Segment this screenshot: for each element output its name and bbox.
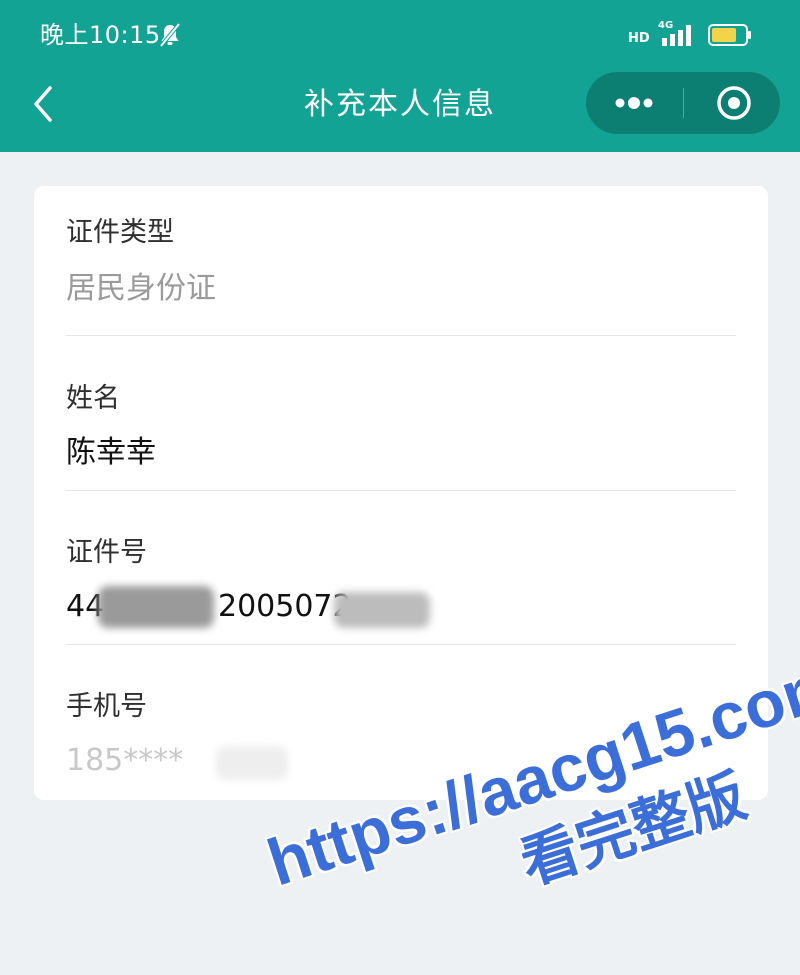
name-field[interactable]: 姓名 陈幸幸	[66, 380, 736, 492]
info-card: 证件类型 居民身份证 姓名 陈幸幸 证件号 44 2005072 手机号 185…	[34, 186, 768, 800]
phone-value: 185****	[66, 743, 184, 778]
redacted-block	[334, 592, 430, 628]
id-type-label: 证件类型	[66, 217, 174, 248]
status-bar: 晚上10:15 HD 4G	[0, 0, 800, 70]
battery-icon	[708, 24, 752, 46]
hd-4g-icon: HD 4G	[628, 20, 673, 48]
id-number-middle: 2005072	[218, 589, 352, 624]
target-circle-icon	[717, 86, 751, 120]
more-dots-icon	[615, 97, 653, 109]
nav-header: 晚上10:15 HD 4G 补充本人信息	[0, 0, 800, 152]
signal-icon	[660, 22, 700, 48]
phone-label: 手机号	[66, 691, 147, 722]
field-divider	[66, 490, 736, 491]
id-number-label: 证件号	[66, 537, 147, 568]
field-divider	[66, 335, 736, 336]
field-divider	[66, 644, 736, 645]
close-miniprogram-button[interactable]	[684, 72, 780, 134]
id-type-value: 居民身份证	[66, 271, 216, 306]
status-time: 晚上10:15	[40, 21, 161, 49]
menu-capsule	[586, 72, 780, 134]
redacted-block	[98, 586, 214, 628]
name-label: 姓名	[66, 383, 120, 414]
more-button[interactable]	[586, 72, 682, 134]
id-number-field[interactable]: 证件号 44 2005072	[66, 534, 736, 646]
id-type-field[interactable]: 证件类型 居民身份证	[66, 214, 736, 336]
hd-label: HD	[628, 31, 650, 46]
phone-field[interactable]: 手机号 185****	[66, 688, 736, 788]
mute-icon	[158, 22, 182, 48]
redacted-block	[216, 746, 288, 780]
name-value: 陈幸幸	[66, 435, 156, 470]
